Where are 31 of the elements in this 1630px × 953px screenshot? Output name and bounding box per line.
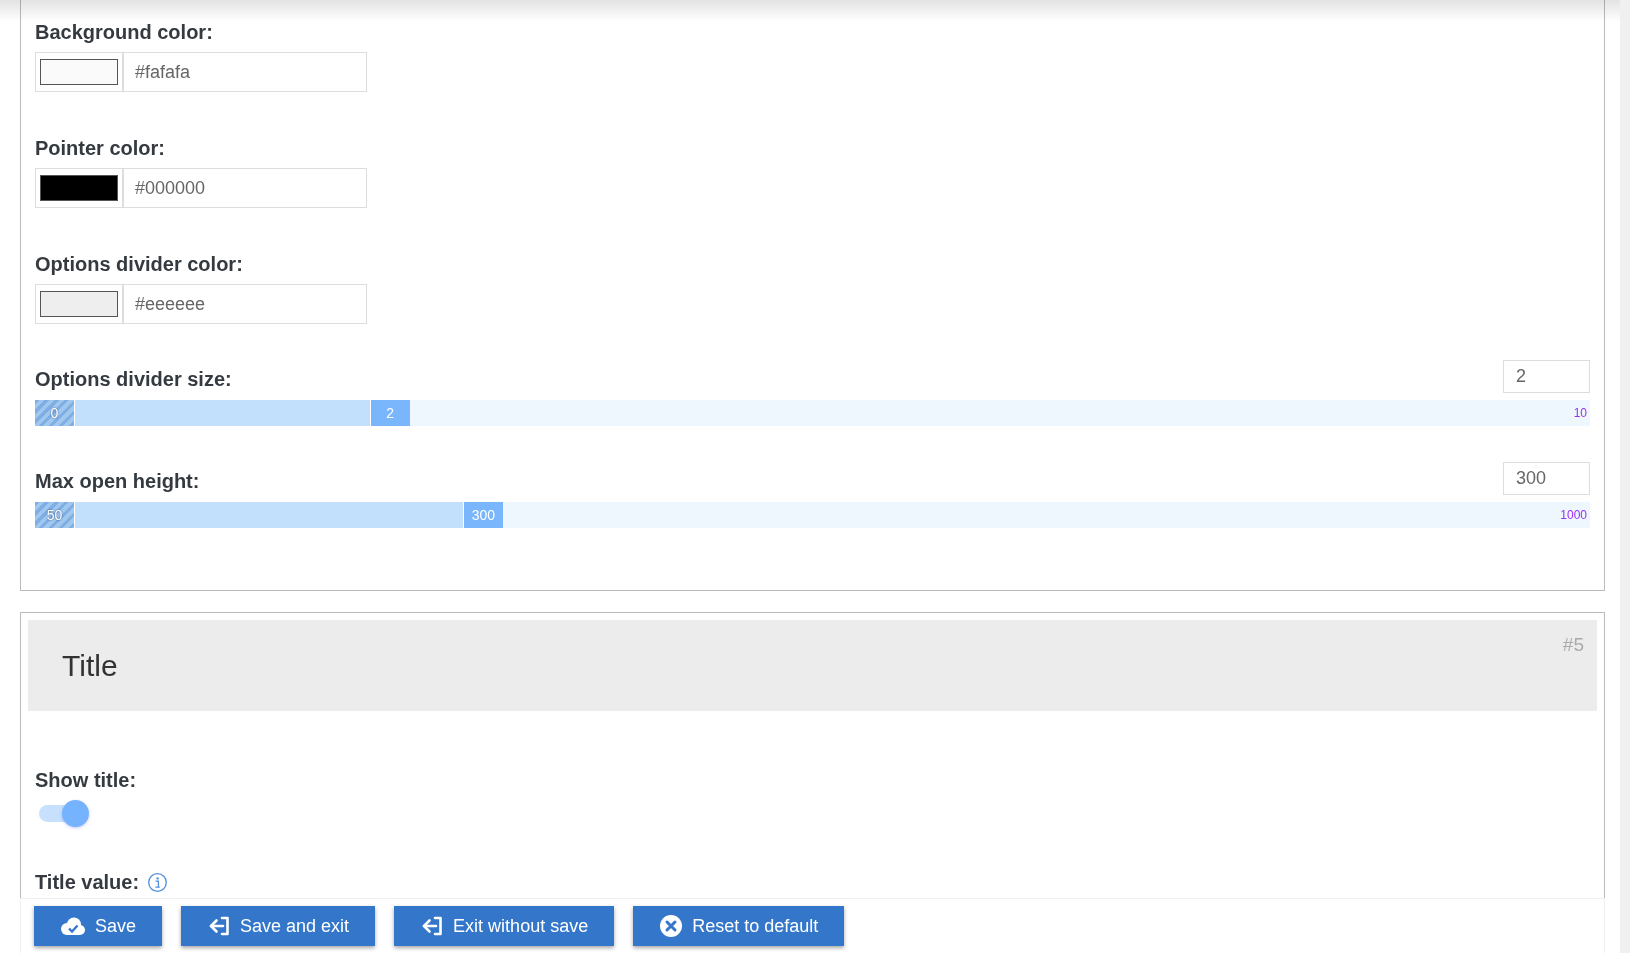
field-label: Pointer color:: [35, 136, 166, 160]
field-label: Title value:: [35, 870, 140, 894]
slider-min-value: 0: [35, 400, 75, 426]
field-label: Max open height:: [35, 469, 200, 493]
save-button[interactable]: Save: [34, 906, 163, 946]
number-input-field[interactable]: 300: [1503, 462, 1590, 495]
x-circle-icon: [660, 915, 683, 937]
field-label: Options divider color:: [35, 252, 244, 276]
exit-without-save-button[interactable]: Exit without save: [394, 906, 615, 946]
field-label: Options divider size:: [35, 367, 232, 391]
slider-track[interactable]: 50 300 1000: [35, 502, 1590, 528]
color-value-field[interactable]: #eeeeee: [123, 284, 367, 324]
cloud-check-icon: [61, 917, 85, 935]
section-title: Title: [62, 648, 118, 683]
reset-button[interactable]: Reset to default: [633, 906, 845, 946]
color-value-field[interactable]: #000000: [123, 168, 367, 208]
section-number: #5: [1562, 634, 1584, 656]
slider-max-value: 10: [1573, 406, 1588, 420]
color-picker[interactable]: [35, 52, 123, 92]
color-value-field[interactable]: #fafafa: [123, 52, 367, 92]
scrollbar-track[interactable]: [1620, 0, 1630, 953]
color-picker[interactable]: [35, 284, 123, 324]
slider-max-value: 1000: [1560, 508, 1588, 522]
number-input-field[interactable]: 2: [1503, 360, 1590, 393]
save-and-exit-button[interactable]: Save and exit: [181, 906, 376, 946]
slider-track[interactable]: 0 2 10: [35, 400, 1590, 426]
slider-min-value: 50: [35, 502, 75, 528]
field-label: Show title:: [35, 768, 137, 792]
color-picker[interactable]: [35, 168, 123, 208]
field-label: Background color:: [35, 20, 214, 44]
info-icon[interactable]: [148, 872, 168, 892]
